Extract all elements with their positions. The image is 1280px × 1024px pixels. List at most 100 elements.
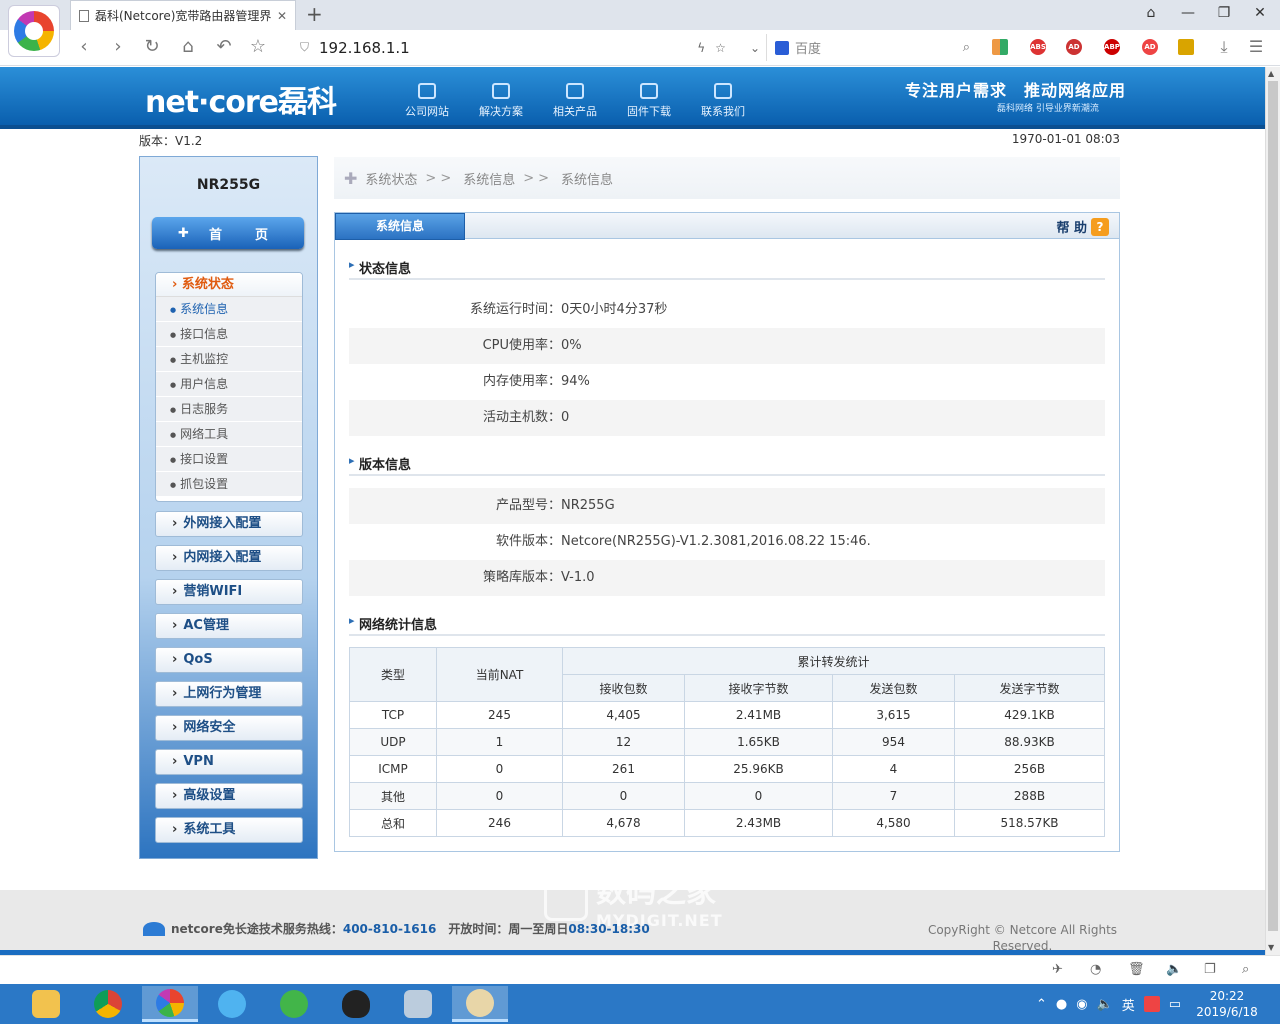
adblock-icon[interactable]: AD bbox=[1066, 39, 1082, 55]
col-type: 类型 bbox=[349, 647, 437, 702]
home-button[interactable]: ✚ 首 页 bbox=[152, 217, 304, 249]
key-icon[interactable] bbox=[1178, 39, 1194, 55]
taskbar-paint[interactable] bbox=[452, 986, 508, 1022]
abs-icon[interactable]: ABS bbox=[1030, 39, 1046, 55]
tray-expand-icon[interactable]: ⌃ bbox=[1036, 997, 1047, 1012]
ad-icon[interactable]: AD bbox=[1142, 39, 1158, 55]
ime-indicator[interactable]: 英 bbox=[1122, 995, 1135, 1014]
address-input[interactable]: 192.168.1.1 bbox=[319, 39, 687, 57]
lightning-icon[interactable]: ϟ bbox=[697, 41, 705, 55]
dropdown-icon[interactable]: ⌄ bbox=[750, 41, 760, 55]
browser-logo-icon[interactable] bbox=[8, 5, 60, 57]
back-icon[interactable]: ‹ bbox=[72, 37, 96, 57]
menu-qos[interactable]: QoS bbox=[155, 647, 303, 673]
menu-ac-management[interactable]: AC管理 bbox=[155, 613, 303, 639]
table-cell: ICMP bbox=[349, 755, 437, 783]
minimize-icon[interactable]: — bbox=[1174, 5, 1202, 21]
scroll-up-icon[interactable]: ▲ bbox=[1268, 69, 1274, 78]
page-scrollbar[interactable]: ▲ ▼ bbox=[1265, 67, 1280, 955]
nav-company-site[interactable]: 公司网站 bbox=[397, 83, 457, 119]
breadcrumb-separator: >> bbox=[523, 170, 554, 186]
submenu-network-tools[interactable]: 网络工具 bbox=[156, 422, 302, 447]
submenu-system-info[interactable]: 系统信息 bbox=[156, 297, 302, 322]
table-cell: TCP bbox=[349, 701, 437, 729]
submenu-user-info[interactable]: 用户信息 bbox=[156, 372, 302, 397]
menu-behavior-management[interactable]: 上网行为管理 bbox=[155, 681, 303, 707]
forward-icon[interactable]: › bbox=[106, 37, 130, 57]
menu-network-security[interactable]: 网络安全 bbox=[155, 715, 303, 741]
version-row: 软件版本： Netcore(NR255G)-V1.2.3081,2016.08.2… bbox=[495, 534, 871, 549]
netcore-logo[interactable]: net·core磊科 bbox=[145, 77, 337, 121]
nav-firmware[interactable]: 固件下载 bbox=[619, 83, 679, 119]
taskbar-qq[interactable] bbox=[328, 986, 384, 1022]
submenu-host-monitor[interactable]: 主机监控 bbox=[156, 347, 302, 372]
submenu-packet-capture[interactable]: 抓包设置 bbox=[156, 472, 302, 497]
submenu-log-service[interactable]: 日志服务 bbox=[156, 397, 302, 422]
clock[interactable]: 20:22 2019/6/18 bbox=[1192, 988, 1262, 1020]
new-tab-icon[interactable]: + bbox=[306, 4, 323, 24]
apps-icon[interactable] bbox=[992, 39, 1008, 55]
close-tab-icon[interactable]: ✕ bbox=[277, 9, 287, 23]
search-input[interactable]: 百度 bbox=[795, 38, 957, 57]
abp-icon[interactable]: ABP bbox=[1104, 39, 1120, 55]
speed-icon[interactable]: ◔ bbox=[1090, 962, 1101, 977]
menu-wan-config[interactable]: 外网接入配置 bbox=[155, 511, 303, 537]
menu-icon[interactable]: ☰ bbox=[1244, 37, 1268, 57]
breadcrumb-item: 系统信息 bbox=[463, 172, 516, 188]
skin-icon[interactable]: ⌂ bbox=[1137, 5, 1165, 21]
tray-app-icon[interactable] bbox=[1143, 996, 1160, 1012]
search-box[interactable]: 百度 ⌕ bbox=[766, 34, 976, 61]
scroll-down-icon[interactable]: ▼ bbox=[1268, 943, 1274, 952]
table-cell: 2.41MB bbox=[684, 701, 833, 729]
trash-icon[interactable]: 🗑 bbox=[1128, 962, 1145, 977]
taskbar-browser[interactable] bbox=[142, 986, 198, 1022]
bookmark-star-icon[interactable]: ☆ bbox=[715, 41, 726, 55]
close-window-icon[interactable]: ✕ bbox=[1246, 5, 1274, 21]
taskbar-chrome[interactable] bbox=[80, 986, 136, 1022]
taskbar-bird-app[interactable] bbox=[204, 986, 260, 1022]
menu-marketing-wifi[interactable]: 营销WIFI bbox=[155, 579, 303, 605]
help-icon: ? bbox=[1091, 217, 1109, 236]
submenu-interface-info[interactable]: 接口信息 bbox=[156, 322, 302, 347]
browser-tab[interactable]: 磊科(Netcore)宽带路由器管理界面 ✕ bbox=[70, 0, 296, 30]
tab-system-info[interactable]: 系统信息 bbox=[335, 213, 465, 240]
favorite-star-icon[interactable]: ☆ bbox=[246, 37, 270, 57]
col-tx-packets: 发送包数 bbox=[832, 674, 955, 702]
submenu-interface-settings[interactable]: 接口设置 bbox=[156, 447, 302, 472]
volume-icon[interactable]: 🔈 bbox=[1166, 962, 1182, 977]
taskbar-calculator[interactable] bbox=[390, 986, 446, 1022]
nav-contact[interactable]: 联系我们 bbox=[693, 83, 753, 119]
search-icon[interactable]: ⌕ bbox=[963, 40, 970, 55]
notification-icon[interactable]: ▭ bbox=[1169, 997, 1181, 1012]
table-cell: 246 bbox=[436, 809, 563, 837]
maximize-icon[interactable]: ❐ bbox=[1210, 5, 1238, 21]
status-row: 活动主机数： 0 bbox=[349, 400, 1105, 436]
tray-network-icon[interactable]: ◉ bbox=[1076, 997, 1087, 1012]
scroll-thumb[interactable] bbox=[1268, 81, 1278, 931]
address-bar[interactable]: ⛉ 192.168.1.1 ϟ ☆ ⌄ bbox=[290, 34, 760, 61]
menu-lan-config[interactable]: 内网接入配置 bbox=[155, 545, 303, 571]
taskbar-explorer[interactable] bbox=[18, 986, 74, 1022]
download-icon[interactable]: ⤓ bbox=[1212, 37, 1236, 57]
reload-icon[interactable]: ↻ bbox=[140, 37, 164, 57]
menu-advanced-settings[interactable]: 高级设置 bbox=[155, 783, 303, 809]
undo-icon[interactable]: ↶ bbox=[212, 37, 236, 57]
zoom-icon[interactable]: ⌕ bbox=[1242, 962, 1249, 977]
rocket-icon[interactable]: ✈ bbox=[1052, 962, 1063, 977]
tray-qq-icon[interactable]: ● bbox=[1056, 997, 1067, 1012]
help-button[interactable]: 帮 助? bbox=[1056, 217, 1109, 236]
nav-solutions[interactable]: 解决方案 bbox=[471, 83, 531, 119]
menu-system-status[interactable]: › 系统状态 bbox=[156, 273, 302, 297]
qq-penguin-icon bbox=[342, 990, 370, 1018]
taskbar-wechat[interactable] bbox=[266, 986, 322, 1022]
menu-system-tools[interactable]: 系统工具 bbox=[155, 817, 303, 843]
sidebar: NR255G ✚首 页 › 系统状态 系统信息 接口信息 主机监控 用户信息 日… bbox=[139, 156, 318, 859]
tray-volume-icon[interactable]: 🔈 bbox=[1097, 997, 1113, 1012]
table-cell: 2.43MB bbox=[684, 809, 833, 837]
firmware-version: 版本：V1.2 bbox=[139, 134, 203, 148]
window-icon[interactable]: ❐ bbox=[1204, 962, 1216, 977]
section-version-title: 版本信息 bbox=[349, 454, 1105, 476]
home-icon[interactable]: ⌂ bbox=[176, 37, 200, 57]
nav-products[interactable]: 相关产品 bbox=[545, 83, 605, 119]
menu-vpn[interactable]: VPN bbox=[155, 749, 303, 775]
